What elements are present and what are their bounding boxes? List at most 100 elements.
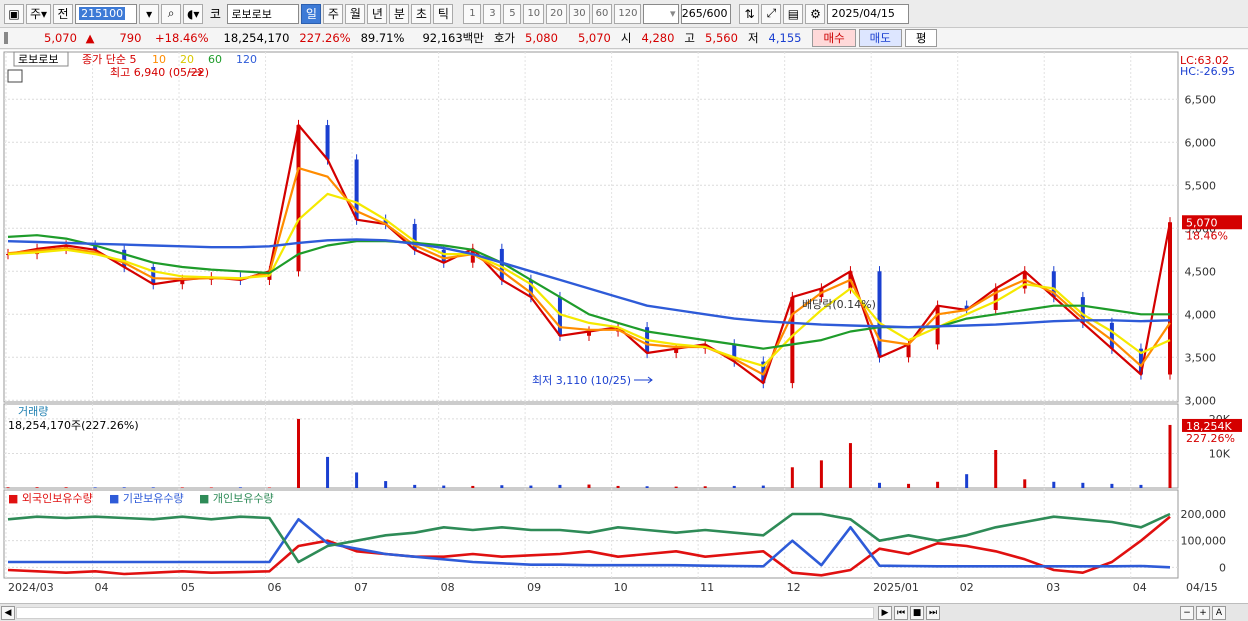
period-month[interactable]: 월 [345, 3, 366, 24]
eval-button[interactable]: 평 [904, 29, 938, 47]
volume-bar [558, 484, 562, 488]
candle-body [790, 297, 795, 384]
volume-bar [819, 460, 823, 488]
volume-bar [297, 418, 300, 488]
chart-area[interactable]: 3,0003,5004,0004,5005,0005,5006,0006,500… [0, 50, 1248, 603]
interval-3[interactable]: 3 [483, 3, 502, 24]
volume-bar [267, 487, 271, 488]
legend-entry: 20 [180, 53, 194, 66]
next-button[interactable]: ⏭ [926, 606, 940, 620]
window-icon[interactable]: ▣ [4, 3, 24, 24]
volume-value: 18,254,170 [223, 31, 290, 45]
type-select[interactable]: 주 ▾ [26, 3, 52, 24]
volume-ratio: 227.26% [299, 31, 351, 45]
price-tick-label: 3,500 [1185, 351, 1217, 364]
x-tick-label: 11 [700, 581, 714, 594]
volume-bar [93, 487, 97, 488]
save-icon[interactable]: ▤ [783, 3, 804, 24]
period-minute[interactable]: 분 [389, 3, 410, 24]
interval-120[interactable]: 120 [614, 3, 642, 24]
volume-bar [151, 487, 155, 488]
candle-body [325, 125, 330, 160]
holdings-legend-entry: ■ 개인보유수량 [199, 492, 274, 505]
x-tick-label: 04 [1133, 581, 1147, 594]
gear-icon[interactable]: ⚙ [805, 3, 826, 24]
interval-30[interactable]: 30 [568, 3, 590, 24]
draw-icon[interactable]: ⤢ [761, 3, 782, 24]
code-dropdown-icon[interactable]: ▾ [139, 3, 160, 24]
scrollbar[interactable]: ◀ ▶ ⏮ ■ ⏭ − + A [0, 603, 1248, 621]
x-tick-label: 2024/03 [8, 581, 54, 594]
volume-bar [35, 487, 39, 488]
buy-button[interactable]: 매수 [812, 29, 856, 47]
chart-svg[interactable]: 3,0003,5004,0004,5005,0005,5006,0006,500… [0, 50, 1248, 603]
zoom-in-icon[interactable]: + [1196, 606, 1210, 620]
chart-toolbar: ▣ 주 ▾ 전 215100 ▾ ⌕ ◖▾ 코 로보로보 일 주 월 년 분 초 … [0, 0, 1248, 28]
candle-body [906, 344, 911, 358]
volume-title: 거래량 [18, 405, 48, 418]
stock-name-field: 로보로보 [227, 3, 300, 24]
scroll-track[interactable] [16, 607, 874, 619]
open-price: 4,280 [641, 31, 675, 45]
count-field[interactable]: 265/600 [681, 3, 732, 24]
prev-button[interactable]: 전 [53, 3, 74, 24]
volume-bar [122, 487, 126, 488]
text-size-icon[interactable]: A [1212, 606, 1226, 620]
last-pct-label: 18.46% [1186, 229, 1228, 242]
dividend-annotation: 배당락(0.14%) [802, 298, 876, 311]
candle-body [935, 305, 940, 345]
interval-60[interactable]: 60 [591, 3, 613, 24]
period-tick[interactable]: 틱 [433, 3, 454, 24]
x-tick-label: 05 [181, 581, 195, 594]
candle-body [1109, 322, 1114, 349]
candle-body [151, 266, 156, 285]
stock-tag-label: 로보로보 [18, 53, 58, 66]
price-panel-frame [3, 51, 1179, 403]
custom-interval-input[interactable]: ▾ [643, 3, 680, 24]
zoom-out-icon[interactable]: − [1180, 606, 1194, 620]
legend-entry: 종가 단순 5 [82, 53, 136, 66]
volume-bar [936, 481, 940, 488]
first-button[interactable]: ⏮ [894, 606, 908, 620]
price-tick-label: 5,500 [1185, 179, 1217, 192]
volume-bar [180, 487, 184, 488]
volume-bar [326, 456, 330, 488]
date-field[interactable]: 2025/04/15 [827, 3, 910, 24]
period-day[interactable]: 일 [301, 3, 322, 24]
quote-bar: 5,070 ▲ 790 +18.46% 18,254,170 227.26% 8… [0, 28, 1248, 49]
ask-price-1: 5,080 [525, 31, 558, 45]
ask-price-2: 5,070 [577, 31, 611, 45]
volume-bar [674, 486, 678, 488]
volume-bar [616, 485, 620, 488]
x-tick-label: 06 [268, 581, 282, 594]
volume-bar [1139, 484, 1143, 488]
interval-1[interactable]: 1 [463, 3, 482, 24]
low-price: 4,155 [768, 31, 802, 45]
sell-button[interactable]: 매도 [858, 29, 902, 47]
interval-20[interactable]: 20 [546, 3, 567, 24]
period-year[interactable]: 년 [367, 3, 388, 24]
search-icon[interactable]: ⌕ [161, 3, 182, 24]
speaker-icon[interactable]: ◖▾ [183, 3, 204, 24]
price-tick-label: 4,500 [1185, 265, 1217, 278]
volume-bar [1081, 482, 1085, 488]
volume-bar [790, 467, 794, 488]
code-input[interactable]: 215100 [75, 3, 138, 24]
period-second[interactable]: 초 [411, 3, 432, 24]
period-week[interactable]: 주 [323, 3, 344, 24]
holdings-tick-label: 200,000 [1181, 508, 1227, 521]
interval-10[interactable]: 10 [523, 3, 545, 24]
volume-bar [761, 485, 765, 488]
x-tick-label: 09 [527, 581, 541, 594]
volume-bar [907, 483, 911, 488]
legend-entry: 120 [236, 53, 257, 66]
scroll-right-button[interactable]: ▶ [878, 606, 892, 620]
volume-bar [848, 443, 852, 488]
tools-icon[interactable]: ⇅ [739, 3, 760, 24]
price-tick-label: 6,500 [1185, 93, 1217, 106]
scroll-left-button[interactable]: ◀ [1, 606, 15, 620]
interval-5[interactable]: 5 [503, 3, 522, 24]
candle-body [557, 297, 562, 336]
current-price: 5,070 ▲ [44, 31, 95, 45]
stop-button[interactable]: ■ [910, 606, 924, 620]
